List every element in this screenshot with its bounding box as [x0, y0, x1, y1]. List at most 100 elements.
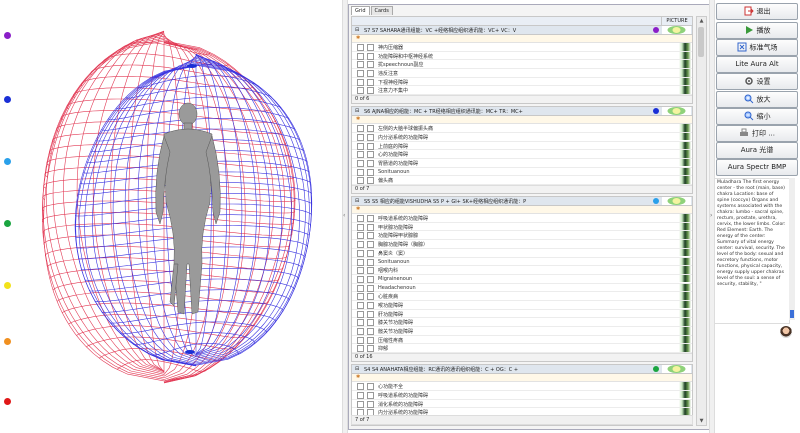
table-row[interactable]: 呼吸道系统的功能障碍	[352, 214, 692, 223]
row-checkbox-secondary[interactable]	[367, 44, 374, 51]
scroll-thumb[interactable]	[698, 27, 704, 57]
row-checkbox[interactable]	[357, 328, 364, 336]
table-row[interactable]: Headachenoun	[352, 283, 692, 293]
row-checkbox-secondary[interactable]	[367, 319, 374, 327]
row-checkbox-secondary[interactable]	[367, 78, 374, 86]
row-checkbox[interactable]	[357, 151, 364, 159]
row-checkbox-secondary[interactable]	[367, 142, 374, 150]
table-row[interactable]: 神内压缩器	[352, 43, 692, 52]
row-checkbox[interactable]	[357, 142, 364, 150]
action-button[interactable]: 播放	[716, 22, 798, 39]
row-checkbox-secondary[interactable]	[367, 87, 374, 95]
row-checkbox-secondary[interactable]	[367, 345, 374, 353]
row-checkbox[interactable]	[357, 241, 364, 249]
row-checkbox[interactable]	[357, 232, 364, 240]
table-row[interactable]: 下视神经障碍	[352, 77, 692, 87]
table-row[interactable]: Migrainenoun	[352, 274, 692, 284]
row-checkbox[interactable]	[357, 168, 364, 176]
row-checkbox-secondary[interactable]	[367, 223, 374, 231]
row-checkbox-secondary[interactable]	[367, 310, 374, 318]
row-checkbox-secondary[interactable]	[367, 151, 374, 159]
grid-scrollbar[interactable]: ▲ ▼	[696, 16, 707, 426]
scroll-up-icon[interactable]: ▲	[697, 17, 706, 25]
table-row[interactable]: 心脏疾病	[352, 292, 692, 301]
action-button[interactable]: Aura 光谱	[716, 142, 798, 159]
new-row-placeholder[interactable]: ✱	[352, 374, 692, 383]
row-checkbox[interactable]	[357, 52, 364, 60]
tab-cards[interactable]: Cards	[370, 6, 393, 15]
table-row[interactable]: Sonituanoun	[352, 257, 692, 267]
row-checkbox-secondary[interactable]	[367, 61, 374, 69]
row-checkbox-secondary[interactable]	[367, 275, 374, 283]
row-checkbox[interactable]	[357, 159, 364, 167]
table-row[interactable]: 膝关节功能障碍	[352, 318, 692, 328]
row-checkbox-secondary[interactable]	[367, 177, 374, 185]
table-row[interactable]: 违反注意	[352, 69, 692, 78]
row-checkbox[interactable]	[357, 301, 364, 309]
row-checkbox-secondary[interactable]	[367, 284, 374, 292]
row-checkbox-secondary[interactable]	[367, 258, 374, 266]
row-checkbox[interactable]	[357, 310, 364, 318]
description-scroll-thumb[interactable]	[790, 310, 794, 318]
table-row[interactable]: 胃肠道的功能障碍	[352, 158, 692, 168]
row-checkbox-secondary[interactable]	[367, 391, 374, 399]
scroll-down-icon[interactable]: ▼	[697, 417, 706, 425]
table-row[interactable]: 心功能不全	[352, 382, 692, 391]
row-checkbox-secondary[interactable]	[367, 125, 374, 133]
table-row[interactable]: 功能障碍和中枢神经系统	[352, 51, 692, 61]
row-checkbox[interactable]	[357, 383, 364, 391]
table-row[interactable]: Sonituanoun	[352, 167, 692, 177]
row-checkbox[interactable]	[357, 345, 364, 353]
row-checkbox[interactable]	[357, 87, 364, 95]
group-header[interactable]: ⊟ S4 S4 ANAHATA相应组能：RC通讯的通讯组织组能：C + OG：C …	[352, 365, 692, 375]
picture-column-header[interactable]: PICTURE	[661, 17, 692, 25]
row-checkbox[interactable]	[357, 267, 364, 275]
table-row[interactable]: 内分泌系统的功能障碍	[352, 132, 692, 142]
table-row[interactable]: 肝功能障碍	[352, 309, 692, 319]
collapse-right-icon[interactable]: ›	[710, 212, 712, 219]
row-checkbox-secondary[interactable]	[367, 241, 374, 249]
row-checkbox-secondary[interactable]	[367, 159, 374, 167]
row-checkbox[interactable]	[357, 215, 364, 223]
row-checkbox[interactable]	[357, 400, 364, 408]
row-checkbox-secondary[interactable]	[367, 336, 374, 344]
row-checkbox[interactable]	[357, 336, 364, 344]
description-scrollbar[interactable]	[789, 178, 795, 320]
table-row[interactable]: 髋关节功能障碍	[352, 327, 692, 336]
table-row[interactable]: 鼻窦炎（窦）	[352, 248, 692, 258]
row-checkbox[interactable]	[357, 125, 364, 133]
row-checkbox-secondary[interactable]	[367, 249, 374, 257]
row-checkbox-secondary[interactable]	[367, 267, 374, 275]
new-row-placeholder[interactable]: ✱	[352, 206, 692, 215]
row-checkbox-secondary[interactable]	[367, 328, 374, 336]
row-checkbox[interactable]	[357, 177, 364, 185]
table-row[interactable]: 抑郁	[352, 344, 692, 354]
table-row[interactable]: 上前庭的障碍	[352, 141, 692, 151]
table-row[interactable]: 呼吸道系统的功能障碍	[352, 390, 692, 400]
table-row[interactable]: 功能障碍甲状腺腺	[352, 231, 692, 241]
action-button[interactable]: 缩小	[716, 108, 798, 125]
action-button[interactable]: Aura Spectr BMP	[716, 159, 798, 176]
row-checkbox-secondary[interactable]	[367, 70, 374, 78]
row-checkbox-secondary[interactable]	[367, 293, 374, 301]
collapse-icon[interactable]: ⊟	[355, 27, 359, 33]
table-row[interactable]: 喉功能障碍	[352, 300, 692, 310]
collapse-left-icon[interactable]: ‹	[343, 212, 345, 219]
row-checkbox[interactable]	[357, 293, 364, 301]
table-row[interactable]: 胸腺功能障碍（胸腺）	[352, 240, 692, 249]
row-checkbox[interactable]	[357, 78, 364, 86]
row-checkbox-secondary[interactable]	[367, 383, 374, 391]
row-checkbox[interactable]	[357, 319, 364, 327]
row-checkbox-secondary[interactable]	[367, 215, 374, 223]
new-row-placeholder[interactable]: ✱	[352, 35, 692, 43]
row-checkbox-secondary[interactable]	[367, 400, 374, 408]
table-row[interactable]: 左侧的大脑半球偏振头痛	[352, 124, 692, 133]
collapse-icon[interactable]: ⊟	[355, 366, 359, 372]
action-button[interactable]: 设置	[716, 73, 798, 90]
row-checkbox[interactable]	[357, 284, 364, 292]
action-button[interactable]: 打印 ...	[716, 125, 798, 142]
row-checkbox[interactable]	[357, 223, 364, 231]
table-row[interactable]: 偏头痛	[352, 176, 692, 185]
row-checkbox-secondary[interactable]	[367, 301, 374, 309]
row-checkbox-secondary[interactable]	[367, 232, 374, 240]
